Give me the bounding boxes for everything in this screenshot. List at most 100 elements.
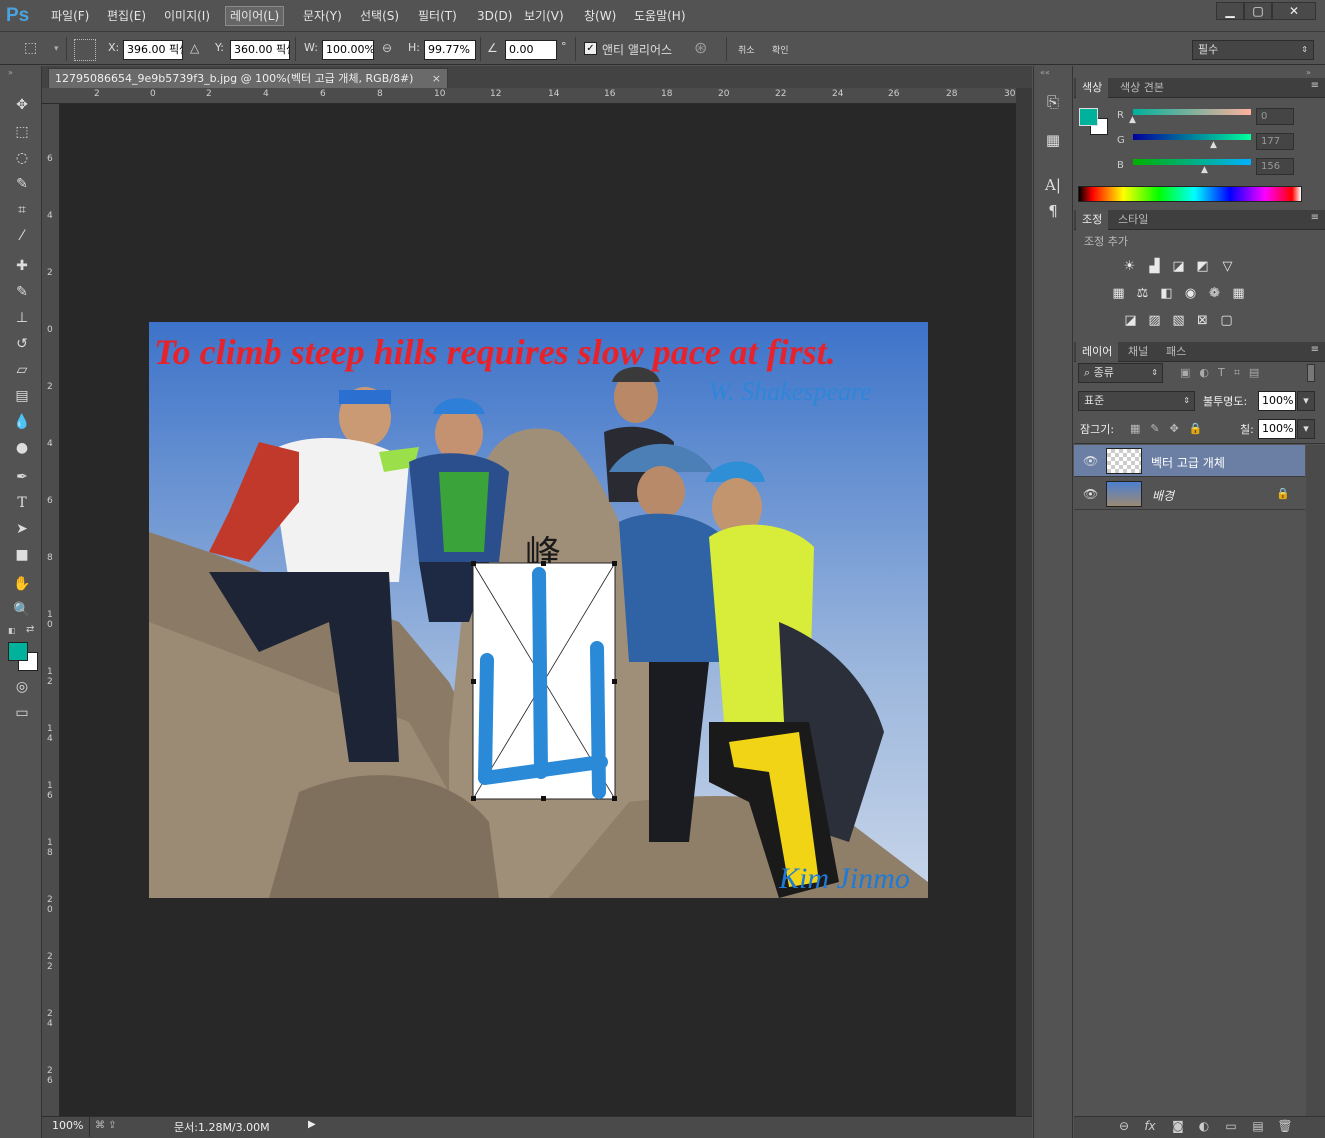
panel-menu-icon[interactable]: ≡	[1311, 212, 1319, 223]
transform-handle[interactable]	[471, 796, 476, 801]
clone-stamp-tool-icon[interactable]: ⊥	[9, 307, 35, 329]
collapse-icon[interactable]: »	[8, 68, 13, 77]
add-mask-icon[interactable]: ◙	[1169, 1117, 1187, 1135]
marquee-tool-icon[interactable]: ⬚	[9, 121, 35, 143]
panel-menu-icon[interactable]: ≡	[1311, 344, 1319, 355]
tab-layers[interactable]: 레이어	[1076, 342, 1119, 362]
actions-panel-icon[interactable]: ▦	[1040, 128, 1066, 152]
new-layer-icon[interactable]: ▤	[1249, 1117, 1267, 1135]
menu-item[interactable]: 창(W)	[580, 6, 620, 26]
layer-name[interactable]: 배경	[1152, 487, 1174, 504]
dodge-tool-icon[interactable]: ●	[9, 437, 35, 459]
tab-adjustments[interactable]: 조정	[1076, 210, 1109, 230]
slider-thumb[interactable]: ▲	[1210, 140, 1217, 150]
menu-item[interactable]: 이미지(I)	[160, 6, 214, 26]
channel-mixer-icon[interactable]: ❁	[1206, 286, 1223, 301]
document-tab[interactable]: 12795086654_9e9b5739f3_b.jpg @ 100%(벡터 고…	[48, 68, 448, 88]
eye-icon[interactable]: 👁	[1083, 454, 1098, 468]
trash-icon[interactable]: 🗑	[1276, 1117, 1294, 1135]
relative-position-icon[interactable]: △	[190, 41, 199, 55]
screen-mode-icon[interactable]: ▭	[9, 702, 35, 724]
menu-item[interactable]: 편집(E)	[103, 6, 150, 26]
new-group-icon[interactable]: ▭	[1222, 1117, 1240, 1135]
blur-tool-icon[interactable]: 💧	[9, 411, 35, 433]
foreground-color-swatch[interactable]	[8, 642, 28, 661]
b-slider[interactable]	[1133, 159, 1251, 165]
brightness-icon[interactable]: ☀	[1121, 259, 1138, 274]
horizontal-ruler[interactable]: 2 0 2 4 6 8 10 12 14 16 18 20 22 24 26 28 30	[42, 88, 1020, 104]
rectangle-tool-icon[interactable]: ■	[9, 544, 35, 566]
menu-item[interactable]: 레이어(L)	[225, 6, 285, 26]
character-panel-icon[interactable]: A|	[1040, 173, 1066, 197]
filter-toggle[interactable]	[1307, 364, 1315, 382]
g-value-field[interactable]: 177	[1256, 133, 1294, 150]
menu-item[interactable]: 문자(Y)	[299, 6, 346, 26]
antialias-checkbox[interactable]: ✓	[584, 42, 597, 55]
restore-button[interactable]: ▢	[1244, 2, 1272, 20]
curves-icon[interactable]: ◪	[1170, 259, 1187, 274]
color-balance-icon[interactable]: ⚖	[1134, 286, 1151, 301]
history-panel-icon[interactable]: ⎘	[1040, 90, 1066, 114]
transform-handle[interactable]	[471, 561, 476, 566]
menu-item[interactable]: 도움말(H)	[630, 6, 690, 26]
threshold-icon[interactable]: ▧	[1170, 313, 1187, 328]
posterize-icon[interactable]: ▨	[1146, 313, 1163, 328]
path-selection-tool-icon[interactable]: ➤	[9, 518, 35, 540]
slider-thumb[interactable]: ▲	[1129, 115, 1136, 125]
move-tool-icon[interactable]: ✥	[9, 94, 35, 116]
history-brush-tool-icon[interactable]: ↺	[9, 333, 35, 355]
r-value-field[interactable]: 0	[1256, 108, 1294, 125]
photo-filter-icon[interactable]: ◉	[1182, 286, 1199, 301]
tab-color[interactable]: 색상	[1076, 78, 1109, 98]
eye-icon[interactable]: 👁	[1083, 487, 1098, 501]
transform-handle[interactable]	[541, 796, 546, 801]
color-spectrum-bar[interactable]	[1078, 186, 1302, 202]
swap-colors-icon[interactable]: ⇄	[26, 624, 34, 635]
zoom-tool-icon[interactable]: 🔍	[9, 599, 35, 621]
warp-icon[interactable]: ⊛	[694, 38, 707, 57]
fill-field[interactable]: 100%	[1258, 419, 1296, 439]
workspace-dropdown[interactable]: 필수 ⇕	[1192, 40, 1314, 60]
pen-tool-icon[interactable]: ✒	[9, 466, 35, 488]
rotation-field[interactable]: 0.00	[505, 40, 557, 60]
transform-tool-icon[interactable]: ⬚	[24, 40, 48, 60]
fill-dropdown[interactable]: ▾	[1297, 419, 1315, 439]
transform-handle[interactable]	[612, 561, 617, 566]
minimize-button[interactable]: ▁	[1216, 2, 1244, 20]
paragraph-panel-icon[interactable]: ¶	[1040, 199, 1066, 223]
opacity-dropdown[interactable]: ▾	[1297, 391, 1315, 411]
height-field[interactable]: 99.77%	[424, 40, 476, 60]
link-icon[interactable]: ⊖	[382, 41, 392, 55]
transform-handle[interactable]	[541, 561, 546, 566]
close-window-button[interactable]: ✕	[1272, 2, 1316, 20]
collapse-icon[interactable]: ««	[1040, 68, 1050, 77]
vertical-scrollbar[interactable]	[1016, 88, 1032, 1116]
menu-item[interactable]: 3D(D)	[473, 6, 516, 26]
hand-tool-icon[interactable]: ✋	[9, 573, 35, 595]
healing-brush-tool-icon[interactable]: ✚	[9, 255, 35, 277]
transform-handle[interactable]	[612, 796, 617, 801]
share-icon[interactable]: ⌘ ⇪	[95, 1120, 117, 1131]
tab-swatches[interactable]: 색상 견본	[1114, 78, 1170, 98]
layer-filter-icons[interactable]: ▣◐T⌗▤	[1180, 366, 1268, 380]
menu-item[interactable]: 보기(V)	[520, 6, 568, 26]
gradient-map-icon[interactable]: ⊠	[1194, 313, 1211, 328]
hue-saturation-icon[interactable]: ▦	[1110, 286, 1127, 301]
tab-paths[interactable]: 패스	[1160, 342, 1192, 362]
selective-color-icon[interactable]: ▢	[1218, 313, 1235, 328]
eraser-tool-icon[interactable]: ▱	[9, 359, 35, 381]
layer-name[interactable]: 벡터 고급 개체	[1151, 454, 1225, 471]
cancel-transform-button[interactable]: 취소	[738, 43, 755, 56]
status-menu-icon[interactable]: ▶	[308, 1119, 316, 1130]
tab-channels[interactable]: 채널	[1122, 342, 1154, 362]
blend-mode-dropdown[interactable]: 표준 ⇕	[1078, 391, 1195, 411]
color-lookup-icon[interactable]: ▦	[1230, 286, 1247, 301]
tab-styles[interactable]: 스타일	[1112, 210, 1154, 230]
lock-options-icons[interactable]: ▦✎✥🔒	[1130, 422, 1213, 435]
gradient-tool-icon[interactable]: ▤	[9, 385, 35, 407]
commit-transform-button[interactable]: 확인	[772, 43, 789, 56]
smart-object-layer[interactable]	[471, 561, 617, 801]
vibrance-icon[interactable]: ▽	[1219, 259, 1236, 274]
levels-icon[interactable]: ▟	[1146, 259, 1163, 274]
quick-mask-icon[interactable]: ◎	[9, 676, 35, 698]
